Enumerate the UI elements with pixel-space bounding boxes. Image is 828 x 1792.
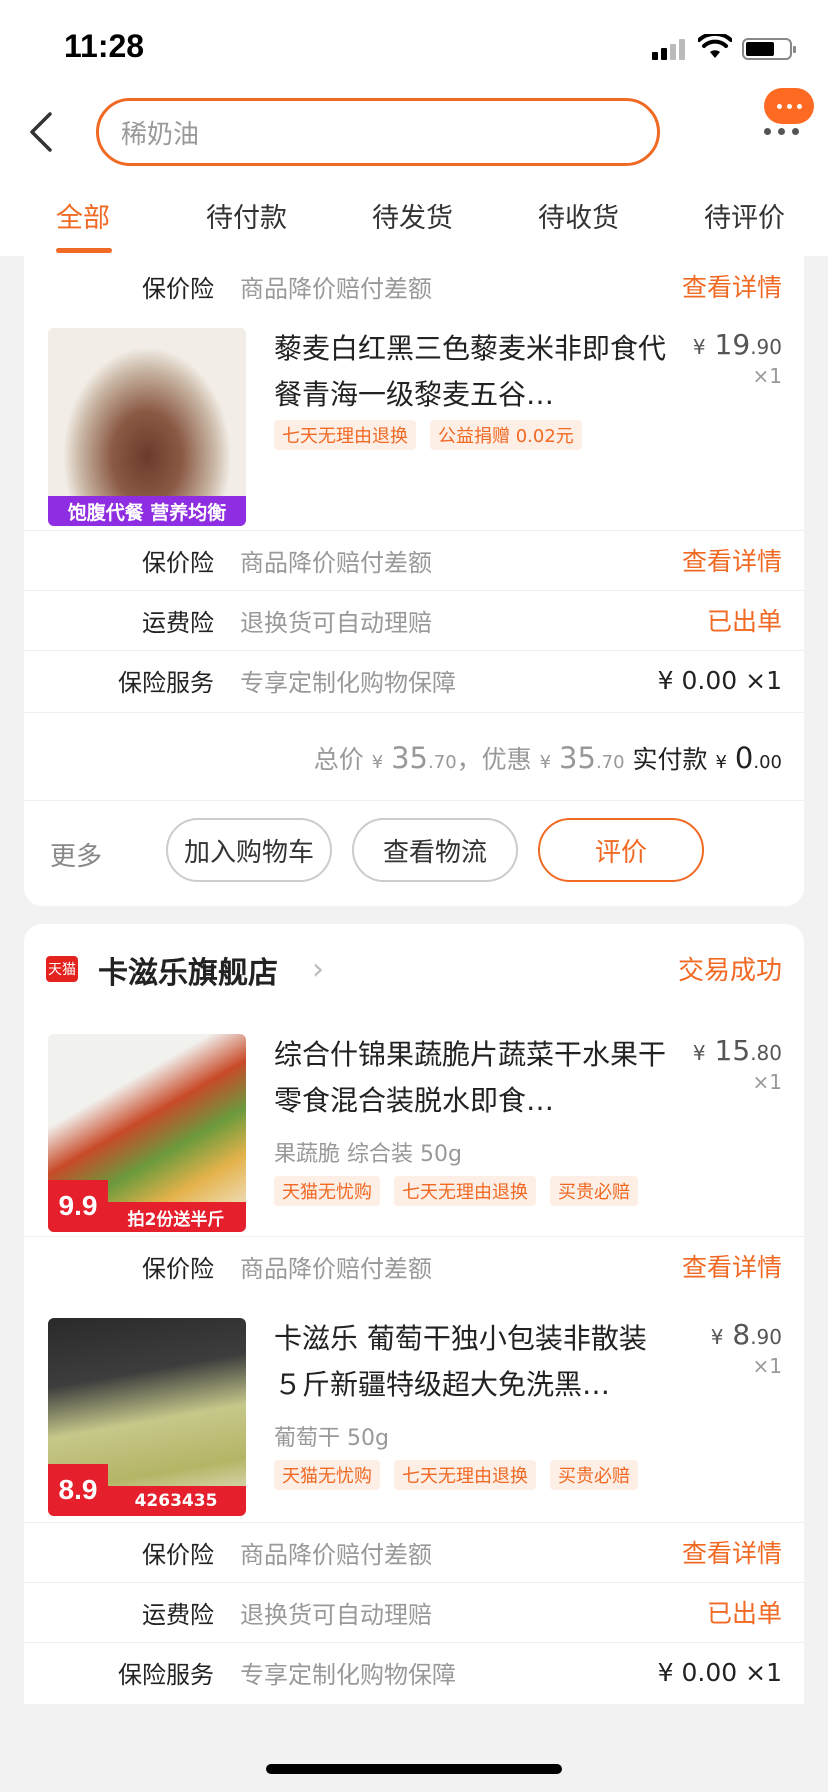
product-quantity: ×1 bbox=[752, 1070, 782, 1094]
review-button[interactable]: 评价 bbox=[538, 818, 704, 882]
shop-header[interactable]: 天猫 卡滋乐旗舰店 › 交易成功 bbox=[24, 924, 804, 1014]
thumbnail-price-badge: 8.9 bbox=[48, 1464, 108, 1516]
row-label: 保险服务 bbox=[118, 1660, 214, 1689]
price-protection-row: 保价险 商品降价赔付差额 查看详情 bbox=[24, 1522, 804, 1582]
row-value: ¥ 0.00 ×1 bbox=[657, 665, 782, 695]
view-details-link[interactable]: 查看详情 bbox=[682, 268, 782, 304]
row-description: 专享定制化购物保障 bbox=[240, 668, 456, 697]
price-protection-row: 保价险 商品降价赔付差额 查看详情 bbox=[24, 530, 804, 590]
policy-issued-link[interactable]: 已出单 bbox=[707, 602, 782, 638]
thumbnail-badge: 拍2份送半斤 bbox=[106, 1202, 246, 1232]
shop-name[interactable]: 卡滋乐旗舰店 bbox=[98, 948, 278, 992]
thumbnail-badge: 4263435 bbox=[106, 1486, 246, 1516]
product-item[interactable]: 8.9 4263435 卡滋乐 葡萄干独小包装非散装５斤新疆特级超大免洗黑… ¥… bbox=[24, 1308, 804, 1520]
tab-all[interactable]: 全部 bbox=[56, 196, 110, 235]
row-label: 运费险 bbox=[142, 1600, 214, 1629]
product-title: 综合什锦果蔬脆片蔬菜干水果干零食混合装脱水即食… bbox=[274, 1038, 667, 1117]
product-tag: 七天无理由退换 bbox=[394, 1460, 536, 1490]
battery-icon bbox=[742, 38, 796, 60]
product-tag: 买贵必赔 bbox=[550, 1460, 638, 1490]
order-card: 天猫 卡滋乐旗舰店 › 交易成功 9.9 拍2份送半斤 综合什锦果蔬脆片蔬菜干水… bbox=[24, 924, 804, 1704]
row-label: 保险服务 bbox=[118, 668, 214, 697]
order-tabs: 全部 待付款 待发货 待收货 待评价 bbox=[0, 196, 828, 256]
tab-pending-payment[interactable]: 待付款 bbox=[206, 196, 287, 235]
product-item[interactable]: 9.9 拍2份送半斤 综合什锦果蔬脆片蔬菜干水果干零食混合装脱水即食… ¥ 15… bbox=[24, 1024, 804, 1236]
chevron-right-icon: › bbox=[312, 952, 324, 987]
product-price: ¥ 15.80 bbox=[692, 1034, 782, 1067]
back-arrow-icon[interactable] bbox=[24, 110, 64, 154]
tab-pending-receipt[interactable]: 待收货 bbox=[538, 196, 619, 235]
product-item[interactable]: 饱腹代餐 营养均衡 藜麦白红黑三色藜麦米非即食代餐青海一级黎麦五谷… ¥ 19.… bbox=[24, 318, 804, 530]
view-details-link[interactable]: 查看详情 bbox=[682, 1248, 782, 1284]
product-price: ¥ 19.90 bbox=[692, 328, 782, 361]
row-description: 商品降价赔付差额 bbox=[240, 1540, 432, 1569]
row-label: 保价险 bbox=[142, 274, 214, 303]
add-to-cart-button[interactable]: 加入购物车 bbox=[166, 818, 332, 882]
product-thumbnail: 8.9 4263435 bbox=[48, 1318, 246, 1516]
row-label: 保价险 bbox=[142, 1254, 214, 1283]
product-tag: 买贵必赔 bbox=[550, 1176, 638, 1206]
row-description: 商品降价赔付差额 bbox=[240, 1254, 432, 1283]
product-title: 卡滋乐 葡萄干独小包装非散装５斤新疆特级超大免洗黑… bbox=[274, 1322, 647, 1401]
order-status: 交易成功 bbox=[677, 956, 782, 986]
product-tag: 天猫无忧购 bbox=[274, 1176, 380, 1206]
insurance-service-row: 保险服务 专享定制化购物保障 ¥ 0.00 ×1 bbox=[24, 650, 804, 710]
product-tags: 天猫无忧购 七天无理由退换 买贵必赔 bbox=[274, 1460, 638, 1490]
row-description: 商品降价赔付差额 bbox=[240, 274, 432, 303]
shipping-insurance-row: 运费险 退换货可自动理赔 已出单 bbox=[24, 590, 804, 650]
row-description: 商品降价赔付差额 bbox=[240, 548, 432, 577]
view-logistics-button[interactable]: 查看物流 bbox=[352, 818, 518, 882]
product-sku: 果蔬脆 综合装 50g bbox=[274, 1142, 462, 1167]
price-protection-row: 保价险 商品降价赔付差额 查看详情 bbox=[24, 256, 804, 316]
row-label: 运费险 bbox=[142, 608, 214, 637]
shipping-insurance-row: 运费险 退换货可自动理赔 已出单 bbox=[24, 1582, 804, 1642]
view-details-link[interactable]: 查看详情 bbox=[682, 542, 782, 578]
insurance-service-row: 保险服务 专享定制化购物保障 ¥ 0.00 ×1 bbox=[24, 1642, 804, 1702]
product-sku: 葡萄干 50g bbox=[274, 1426, 389, 1451]
order-card: 保价险 商品降价赔付差额 查看详情 饱腹代餐 营养均衡 藜麦白红黑三色藜麦米非即… bbox=[24, 256, 804, 906]
price-protection-row: 保价险 商品降价赔付差额 查看详情 bbox=[24, 1236, 804, 1296]
search-input[interactable]: 稀奶油 bbox=[96, 98, 660, 166]
product-tag: 公益捐赠 0.02元 bbox=[430, 420, 582, 450]
product-tags: 七天无理由退换 公益捐赠 0.02元 bbox=[274, 420, 582, 450]
status-bar: 11:28 bbox=[0, 0, 828, 90]
cellular-signal-icon bbox=[652, 38, 685, 60]
header: 11:28 稀奶油 全部 待付款 待发货 待收货 待评价 bbox=[0, 0, 828, 256]
order-actions: 更多 加入购物车 查看物流 评价 bbox=[24, 808, 804, 898]
tab-pending-shipment[interactable]: 待发货 bbox=[372, 196, 453, 235]
thumbnail-badge: 饱腹代餐 营养均衡 bbox=[48, 496, 246, 526]
row-value: ¥ 0.00 ×1 bbox=[657, 1657, 782, 1687]
tab-active-indicator bbox=[56, 248, 112, 253]
order-total: 总价 ¥ 35.70，优惠 ¥ 35.70 实付款 ¥ 0.00 bbox=[24, 718, 804, 794]
view-details-link[interactable]: 查看详情 bbox=[682, 1534, 782, 1570]
row-description: 退换货可自动理赔 bbox=[240, 608, 432, 637]
product-thumbnail: 饱腹代餐 营养均衡 bbox=[48, 328, 246, 526]
product-thumbnail: 9.9 拍2份送半斤 bbox=[48, 1034, 246, 1232]
product-tag: 七天无理由退换 bbox=[274, 420, 416, 450]
more-menu-icon[interactable] bbox=[764, 128, 799, 135]
product-quantity: ×1 bbox=[752, 1354, 782, 1378]
row-description: 退换货可自动理赔 bbox=[240, 1600, 432, 1629]
more-button[interactable]: 更多 bbox=[50, 836, 102, 873]
message-bubble-icon[interactable] bbox=[764, 88, 814, 124]
policy-issued-link[interactable]: 已出单 bbox=[707, 1594, 782, 1630]
tmall-icon: 天猫 bbox=[46, 956, 78, 982]
row-label: 保价险 bbox=[142, 548, 214, 577]
product-price: ¥ 8.90 bbox=[710, 1318, 782, 1351]
home-indicator[interactable] bbox=[266, 1764, 562, 1774]
product-tags: 天猫无忧购 七天无理由退换 买贵必赔 bbox=[274, 1176, 638, 1206]
status-time: 11:28 bbox=[64, 28, 145, 64]
row-description: 专享定制化购物保障 bbox=[240, 1660, 456, 1689]
product-tag: 天猫无忧购 bbox=[274, 1460, 380, 1490]
wifi-icon bbox=[698, 34, 732, 58]
thumbnail-price-badge: 9.9 bbox=[48, 1180, 108, 1232]
search-query: 稀奶油 bbox=[121, 119, 200, 150]
product-title: 藜麦白红黑三色藜麦米非即食代餐青海一级黎麦五谷… bbox=[274, 332, 667, 411]
product-tag: 七天无理由退换 bbox=[394, 1176, 536, 1206]
tab-pending-review[interactable]: 待评价 bbox=[704, 196, 785, 235]
row-label: 保价险 bbox=[142, 1540, 214, 1569]
order-total-text: 总价 ¥ 35.70，优惠 ¥ 35.70 实付款 ¥ 0.00 bbox=[313, 741, 782, 775]
product-quantity: ×1 bbox=[752, 364, 782, 388]
